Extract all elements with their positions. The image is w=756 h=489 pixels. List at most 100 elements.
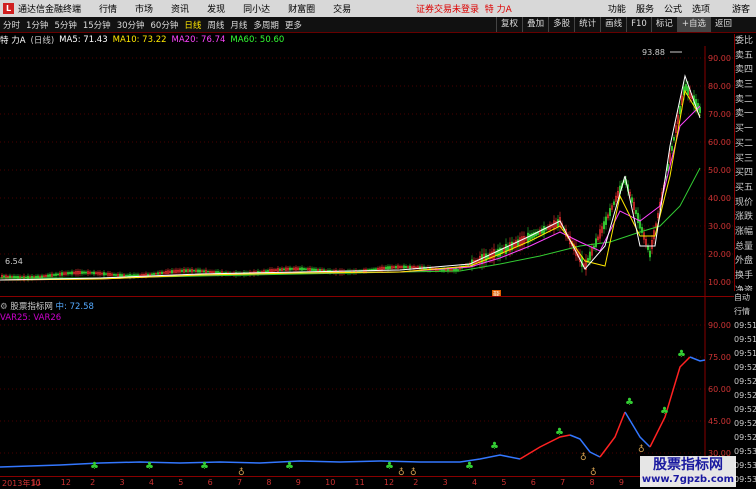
candle-body bbox=[291, 268, 293, 270]
tick-time: 09:51 bbox=[734, 321, 756, 330]
ind-y-tick-45: 45.00 bbox=[708, 417, 731, 426]
watermark-url: www.7gpzb.com bbox=[641, 474, 735, 485]
svg-text:♣: ♣ bbox=[677, 349, 686, 360]
tick-time: 09:53 bbox=[734, 461, 756, 470]
period-60min[interactable]: 60分钟 bbox=[151, 19, 179, 31]
candle-body bbox=[41, 275, 43, 278]
candle-body bbox=[603, 221, 605, 230]
candle-body bbox=[61, 272, 63, 276]
mark-button[interactable]: 标记 bbox=[650, 17, 677, 32]
candle-body bbox=[119, 273, 121, 277]
x-tick-label: 11 bbox=[31, 478, 42, 487]
candle-body bbox=[147, 273, 149, 276]
back-button[interactable]: 返回 bbox=[709, 17, 736, 32]
tick-time: 09:52 bbox=[734, 391, 756, 400]
candle-body bbox=[157, 272, 159, 275]
candle-body bbox=[499, 247, 501, 257]
period-monthly[interactable]: 月线 bbox=[230, 19, 247, 31]
candle-body bbox=[679, 106, 681, 114]
f10-button[interactable]: F10 bbox=[626, 17, 651, 32]
multi-stock-button[interactable]: 多股 bbox=[548, 17, 574, 32]
svg-text:♣: ♣ bbox=[385, 461, 394, 472]
period-multi[interactable]: 多周期 bbox=[253, 19, 279, 31]
stats-button[interactable]: 统计 bbox=[574, 17, 600, 32]
kline-chart[interactable]: 93.88 6.54 龍 90.00 80.00 70.00 60.00 50.… bbox=[0, 46, 734, 296]
fuquan-button[interactable]: 复权 bbox=[496, 17, 522, 32]
candle-body bbox=[55, 273, 57, 276]
period-5min[interactable]: 5分钟 bbox=[54, 19, 76, 31]
candle-body bbox=[3, 275, 5, 278]
candle-body bbox=[631, 197, 633, 203]
candle-body bbox=[303, 268, 305, 271]
sidebar-buy3: 买三 bbox=[735, 153, 754, 164]
candle-body bbox=[405, 265, 407, 269]
candle-body bbox=[57, 273, 59, 276]
sidebar-volume: 总量 bbox=[735, 241, 754, 252]
period-more[interactable]: 更多 bbox=[285, 19, 302, 31]
x-tick-label: 4 bbox=[148, 478, 154, 487]
menu-xuanxiang[interactable]: 选项 bbox=[692, 2, 710, 15]
sidebar-change: 涨跌 bbox=[735, 212, 754, 223]
sidebar-sell4: 卖四 bbox=[735, 65, 754, 76]
x-tick-label: 8 bbox=[589, 478, 595, 487]
tick-auto[interactable]: 自动 bbox=[734, 291, 756, 305]
menu-wenxiaoda[interactable]: 同小达 bbox=[243, 2, 270, 15]
candle-body bbox=[685, 84, 687, 92]
x-tick-label: 10 bbox=[325, 478, 336, 487]
menu-faxian[interactable]: 发现 bbox=[207, 2, 225, 15]
draw-line-button[interactable]: 画线 bbox=[600, 17, 626, 32]
ma60-label: MA60: 50.60 bbox=[230, 35, 285, 45]
overlay-button[interactable]: 叠加 bbox=[522, 17, 548, 32]
watermark: 股票指标网 www.7gpzb.com bbox=[640, 456, 736, 487]
menu-jiaoyi[interactable]: 交易 bbox=[333, 2, 351, 15]
y-tick-20: 20.00 bbox=[708, 250, 731, 259]
menu-shichang[interactable]: 市场 bbox=[135, 2, 153, 15]
x-tick-label: 6 bbox=[207, 478, 213, 487]
period-daily[interactable]: 日线 bbox=[184, 19, 201, 31]
candle-body bbox=[207, 270, 209, 273]
candle-body bbox=[673, 137, 675, 141]
login-warning[interactable]: 证券交易未登录 特 力A bbox=[416, 2, 512, 15]
period-30min[interactable]: 30分钟 bbox=[117, 19, 145, 31]
candle-body bbox=[613, 201, 615, 205]
x-tick-label: 5 bbox=[178, 478, 184, 487]
svg-text:♣: ♣ bbox=[285, 461, 294, 472]
period-weekly[interactable]: 周线 bbox=[207, 19, 224, 31]
x-tick-label: 11 bbox=[354, 478, 365, 487]
indicator-chart[interactable]: ♣ ♣ ♣ ♣ ♣ ♣ ♣♣♣ ♣♣ ♁ ♁ ♁ ♁♁♁ 90.00 75.00 60.00… bbox=[0, 297, 734, 477]
candle-body bbox=[649, 250, 651, 258]
tick-hangqing[interactable]: 行情 bbox=[734, 305, 756, 319]
candle-body bbox=[457, 269, 459, 271]
menu-youke[interactable]: 游客 bbox=[732, 2, 750, 15]
period-fenshi[interactable]: 分时 bbox=[3, 19, 20, 31]
tick-time: 09:52 bbox=[734, 419, 756, 428]
ind-y-tick-90: 90.00 bbox=[708, 321, 731, 330]
period-1min[interactable]: 1分钟 bbox=[26, 19, 48, 31]
menu-gongneng[interactable]: 功能 bbox=[608, 2, 626, 15]
add-watchlist-button[interactable]: +自选 bbox=[676, 17, 710, 32]
ind-y-tick-75: 75.00 bbox=[708, 353, 731, 362]
candle-body bbox=[69, 272, 71, 275]
menu-fuwu[interactable]: 服务 bbox=[636, 2, 654, 15]
candle-body bbox=[373, 268, 375, 271]
x-tick-label: 3 bbox=[119, 478, 125, 487]
sidebar-turnover: 换手 bbox=[735, 271, 754, 281]
x-axis: 2013年10111223456789101112234567891011 bbox=[0, 476, 734, 488]
sidebar-price: 现价 bbox=[735, 197, 754, 208]
menu-caifuquan[interactable]: 财富圈 bbox=[288, 2, 315, 15]
candle-body bbox=[265, 270, 267, 273]
candle-body bbox=[279, 268, 281, 271]
candle-body bbox=[193, 270, 195, 272]
candle-body bbox=[637, 212, 639, 224]
y-tick-10: 10.00 bbox=[708, 278, 731, 287]
y-tick-30: 30.00 bbox=[708, 222, 731, 231]
candle-body bbox=[49, 274, 51, 277]
menu-gongshi[interactable]: 公式 bbox=[664, 2, 682, 15]
period-15min[interactable]: 15分钟 bbox=[83, 19, 111, 31]
y-tick-60: 60.00 bbox=[708, 138, 731, 147]
menu-hangqing[interactable]: 行情 bbox=[99, 2, 117, 15]
sidebar-buy4: 买四 bbox=[735, 168, 754, 179]
menu-zixun[interactable]: 资讯 bbox=[171, 2, 189, 15]
candle-body bbox=[529, 233, 531, 241]
chart-period: (日线) bbox=[30, 36, 55, 46]
